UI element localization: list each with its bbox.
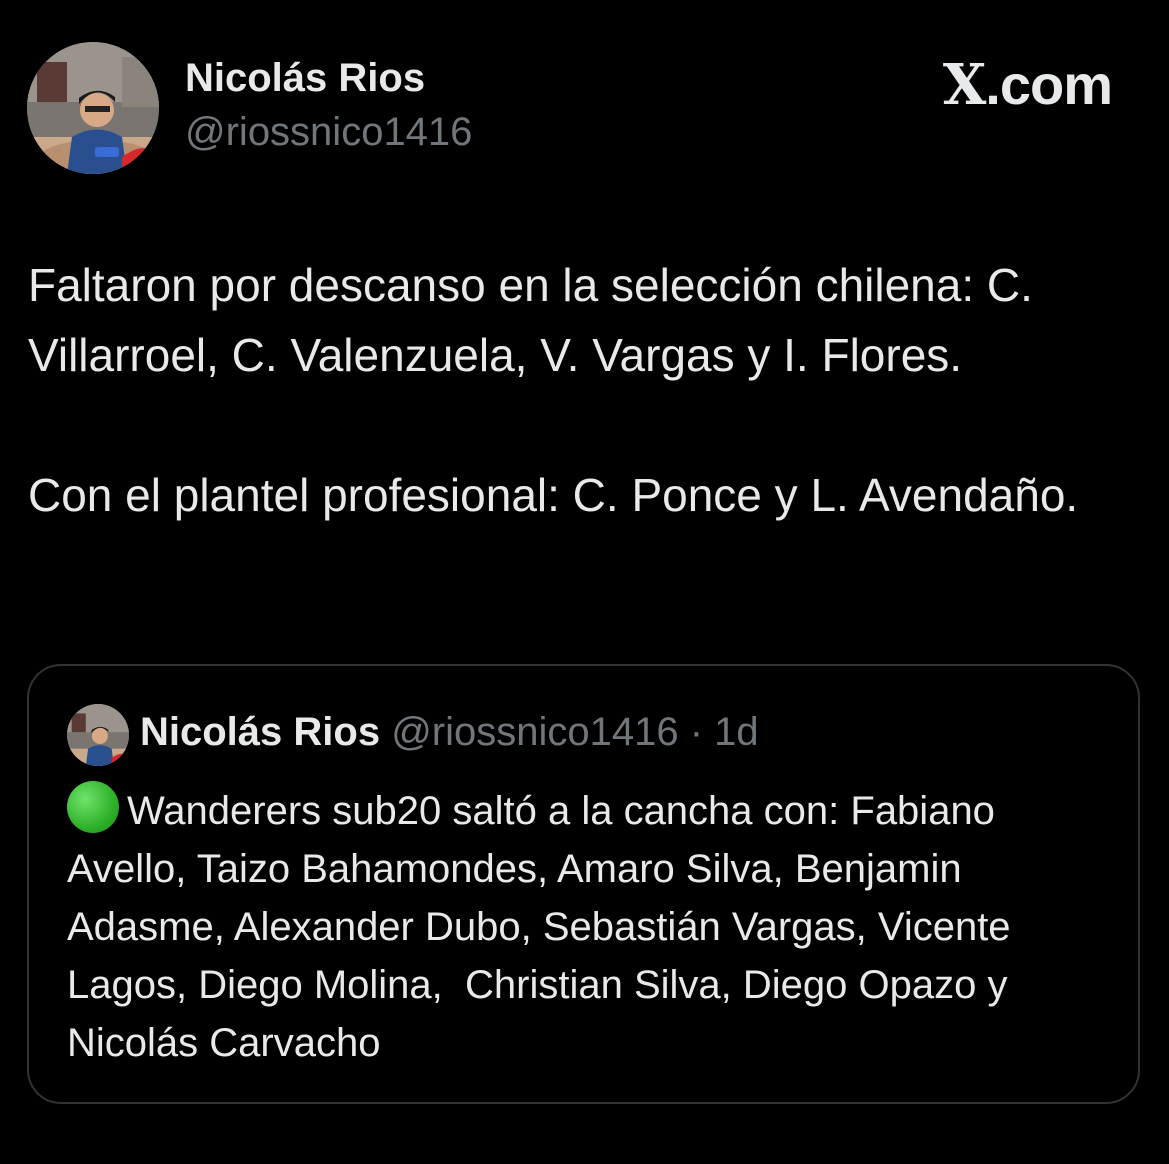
author-avatar[interactable] [27, 42, 159, 174]
header-separator: · [678, 710, 715, 754]
x-logo-icon: X [942, 52, 986, 118]
author-photo-icon [27, 42, 159, 174]
green-circle-icon [67, 781, 119, 833]
brand-suffix: .com [985, 53, 1113, 116]
quoted-tweet-text: Wanderers sub20 saltó a la cancha con: F… [67, 781, 1117, 1072]
quoted-author-name[interactable]: Nicolás Rios [140, 710, 380, 754]
quoted-tweet-header: Nicolás Rios @riossnico1416 · 1d [140, 710, 759, 755]
quoted-author-avatar[interactable] [67, 704, 129, 766]
quoted-tweet-card[interactable]: Nicolás Rios @riossnico1416 · 1d Wandere… [27, 664, 1140, 1104]
quoted-tweet-time[interactable]: 1d [714, 710, 759, 754]
x-com-logo: X.com [942, 52, 1113, 118]
quoted-author-handle[interactable]: @riossnico1416 [391, 710, 678, 754]
tweet-text: Faltaron por descanso en la selección ch… [28, 259, 1079, 521]
author-handle[interactable]: @riossnico1416 [185, 110, 472, 155]
quoted-tweet-body: Wanderers sub20 saltó a la cancha con: F… [67, 789, 1022, 1065]
quoted-author-photo-icon [67, 704, 129, 766]
author-name[interactable]: Nicolás Rios [185, 56, 425, 101]
